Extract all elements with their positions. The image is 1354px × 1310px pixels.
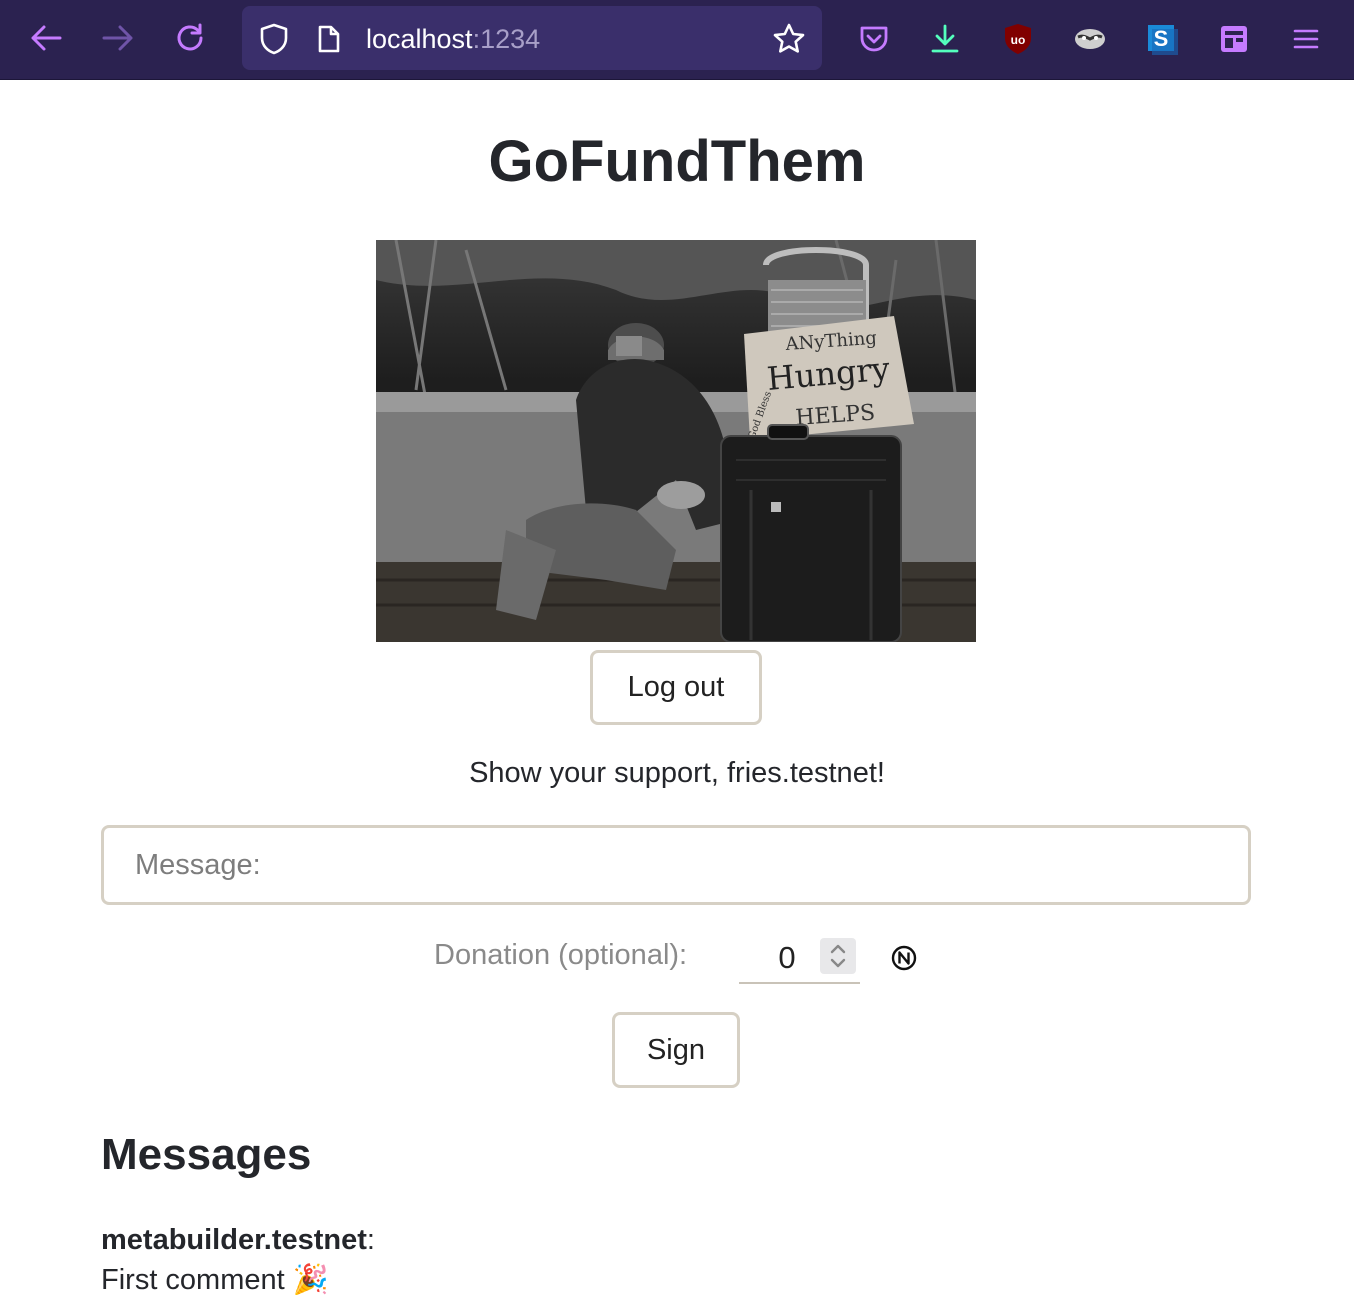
bookmark-star-icon[interactable]: [772, 22, 806, 61]
ublock-origin-icon[interactable]: uo: [998, 19, 1038, 59]
extension-window-icon[interactable]: [1214, 19, 1254, 59]
message-author-name: metabuilder.testnet: [101, 1224, 367, 1256]
browser-toolbar: localhost:1234 uo S: [0, 0, 1354, 80]
url-bar[interactable]: localhost:1234: [242, 6, 822, 70]
support-message: Show your support, fries.testnet!: [469, 757, 885, 789]
message-input[interactable]: [101, 825, 1251, 905]
pocket-icon[interactable]: [854, 19, 894, 59]
forward-arrow-icon[interactable]: [98, 18, 138, 58]
spinner-arrows-icon[interactable]: [820, 938, 856, 974]
download-icon[interactable]: [925, 19, 965, 59]
page-title: GoFundThem: [488, 129, 866, 194]
svg-text:uo: uo: [1011, 33, 1026, 47]
message-author: metabuilder.testnet:: [101, 1224, 375, 1257]
sign-button[interactable]: Sign: [612, 1012, 740, 1088]
messages-heading: Messages: [101, 1130, 312, 1179]
donation-label: Donation (optional):: [434, 939, 688, 971]
number-spinner[interactable]: [820, 938, 856, 974]
hamburger-menu-icon[interactable]: [1286, 19, 1326, 59]
url-text[interactable]: localhost:1234: [366, 24, 540, 55]
log-out-button[interactable]: Log out: [590, 650, 762, 725]
privacy-badger-icon[interactable]: [1070, 19, 1110, 59]
hero-image: ANyThing Hungry HELPS God Bless: [376, 240, 976, 642]
s-extension-icon[interactable]: S: [1142, 19, 1182, 59]
back-arrow-icon[interactable]: [26, 18, 66, 58]
shield-icon[interactable]: [258, 22, 290, 61]
page-icon: [316, 24, 342, 59]
message-author-separator: :: [366, 1224, 375, 1256]
donation-input[interactable]: 0: [739, 934, 860, 984]
reload-icon[interactable]: [170, 18, 210, 58]
near-token-icon: [891, 945, 917, 971]
svg-text:S: S: [1154, 26, 1169, 51]
message-text: First comment 🎉: [101, 1264, 329, 1296]
